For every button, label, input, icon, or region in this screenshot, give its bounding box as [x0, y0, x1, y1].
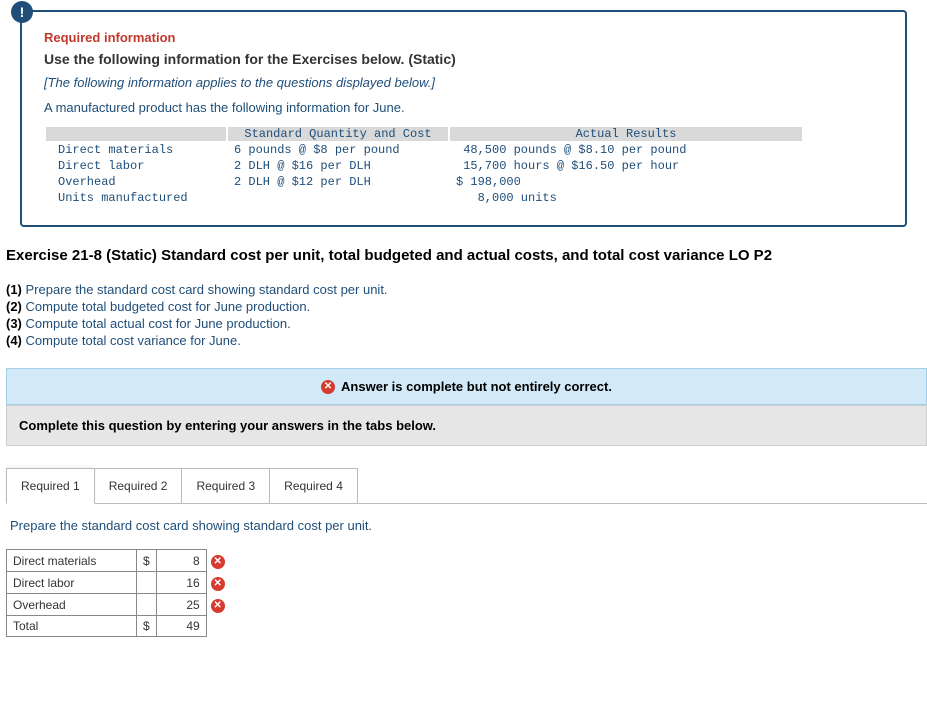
tab-required-1[interactable]: Required 1	[6, 468, 95, 504]
answer-currency	[137, 594, 157, 616]
table-header-standard: Standard Quantity and Cost	[228, 127, 448, 141]
tab-required-4[interactable]: Required 4	[269, 468, 358, 503]
answer-label[interactable]: Direct materials	[7, 550, 137, 572]
incorrect-icon: ✕	[321, 380, 335, 394]
complete-instruction: Complete this question by entering your …	[6, 405, 927, 446]
tab-required-2[interactable]: Required 2	[94, 468, 183, 503]
task-line: (4) Compute total cost variance for June…	[6, 333, 927, 350]
tab-required-3[interactable]: Required 3	[181, 468, 270, 503]
row-act: 48,500 pounds @ $8.10 per pound	[450, 143, 802, 157]
status-text: Answer is complete but not entirely corr…	[341, 379, 612, 394]
incorrect-icon: ✕	[211, 555, 225, 569]
table-row: Total $ 49	[7, 616, 232, 637]
answer-currency	[137, 572, 157, 594]
exercise-title: Exercise 21-8 (Static) Standard cost per…	[6, 247, 927, 264]
row-act: 15,700 hours @ $16.50 per hour	[450, 159, 802, 173]
task-line: (2) Compute total budgeted cost for June…	[6, 299, 927, 316]
info-italic-line: [The following information applies to th…	[44, 75, 883, 90]
standards-table: Standard Quantity and Cost Actual Result…	[44, 125, 804, 207]
required-information-box: ! Required information Use the following…	[20, 10, 907, 227]
row-label: Direct labor	[46, 159, 226, 173]
answer-label[interactable]: Direct labor	[7, 572, 137, 594]
answer-value[interactable]: 49	[156, 616, 206, 637]
table-header-actual: Actual Results	[450, 127, 802, 141]
row-act: 8,000 units	[450, 191, 802, 205]
table-row: Direct materials $ 8 ✕	[7, 550, 232, 572]
row-std: 6 pounds @ $8 per pound	[228, 143, 448, 157]
answer-currency: $	[137, 550, 157, 572]
row-std: 2 DLH @ $12 per DLH	[228, 175, 448, 189]
info-intro-line: A manufactured product has the following…	[44, 100, 883, 115]
row-act: $ 198,000	[450, 175, 802, 189]
row-std: 2 DLH @ $16 per DLH	[228, 159, 448, 173]
task-line: (3) Compute total actual cost for June p…	[6, 316, 927, 333]
answer-table: Direct materials $ 8 ✕ Direct labor 16 ✕…	[6, 549, 232, 637]
answer-value[interactable]: 25	[156, 594, 206, 616]
tabs-container: Required 1 Required 2 Required 3 Require…	[6, 468, 927, 504]
alert-icon: !	[11, 1, 33, 23]
answer-label[interactable]: Total	[7, 616, 137, 637]
answer-value[interactable]: 16	[156, 572, 206, 594]
task-line: (1) Prepare the standard cost card showi…	[6, 282, 927, 299]
table-row: Direct labor 16 ✕	[7, 572, 232, 594]
row-label: Direct materials	[46, 143, 226, 157]
incorrect-icon: ✕	[211, 577, 225, 591]
answer-currency: $	[137, 616, 157, 637]
incorrect-icon: ✕	[211, 599, 225, 613]
required-info-title: Required information	[44, 30, 883, 45]
status-banner: ✕ Answer is complete but not entirely cor…	[6, 368, 927, 406]
row-label: Overhead	[46, 175, 226, 189]
row-std	[228, 191, 448, 205]
answer-value[interactable]: 8	[156, 550, 206, 572]
tab-instruction: Prepare the standard cost card showing s…	[6, 504, 927, 547]
row-label: Units manufactured	[46, 191, 226, 205]
table-row: Overhead 25 ✕	[7, 594, 232, 616]
info-bold-line: Use the following information for the Ex…	[44, 51, 883, 67]
answer-label[interactable]: Overhead	[7, 594, 137, 616]
